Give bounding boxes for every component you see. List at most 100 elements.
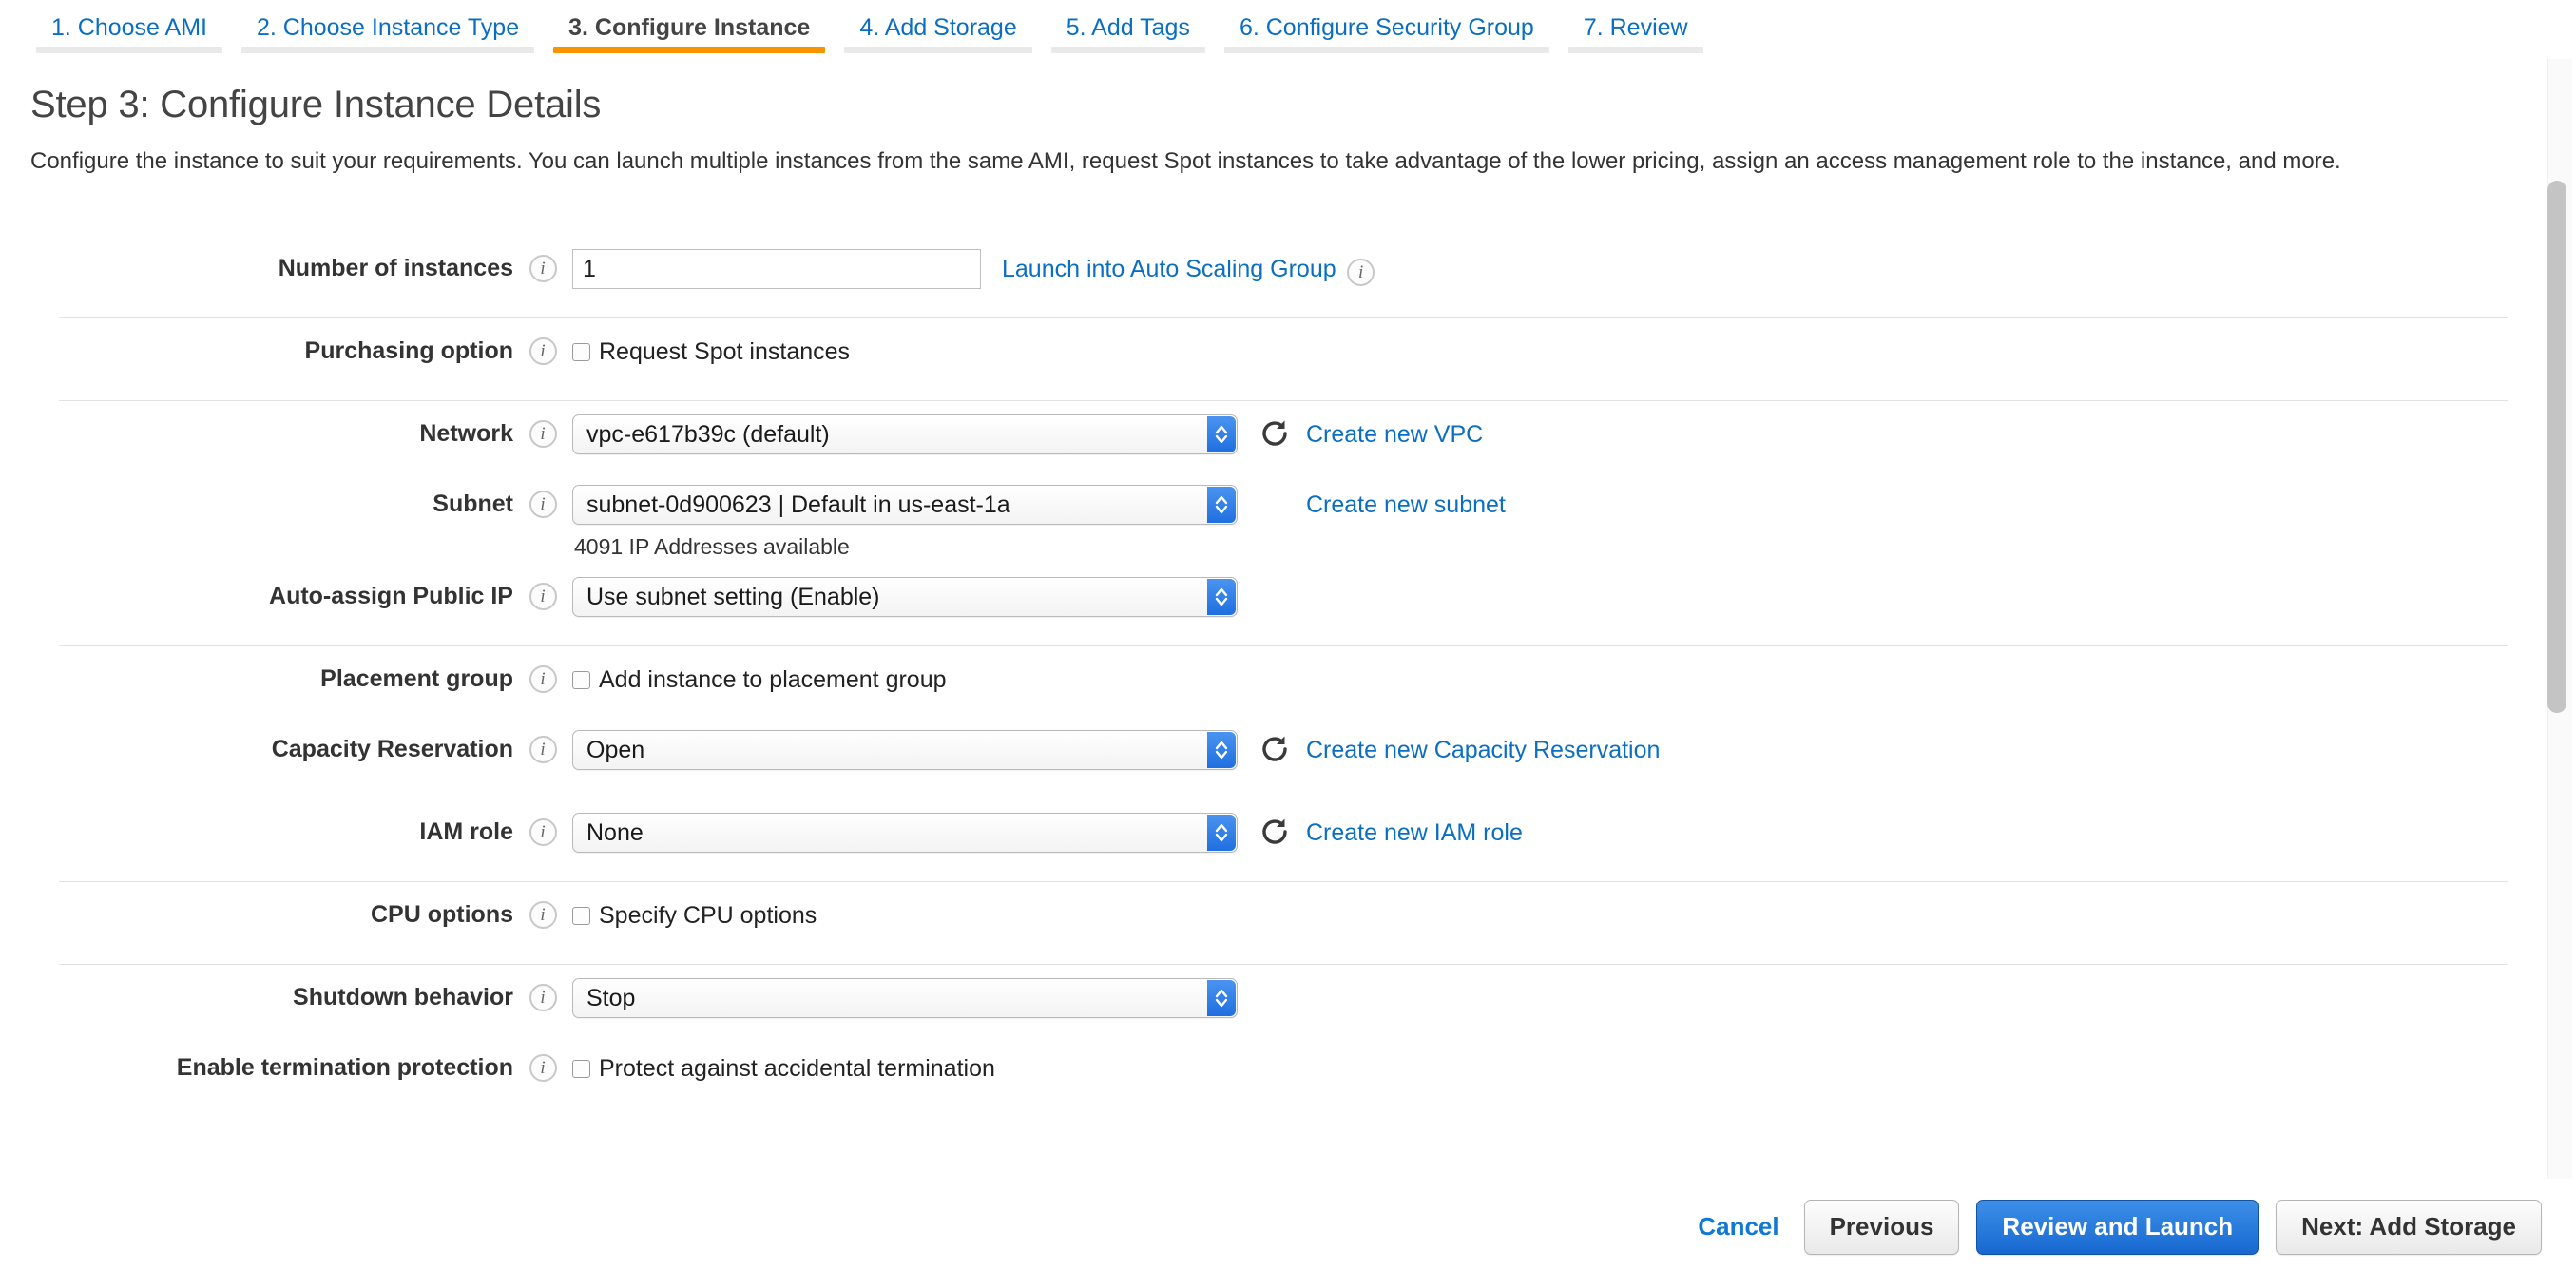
iam-role-info[interactable]: i bbox=[513, 813, 572, 846]
number-of-instances-label: Number of instances bbox=[278, 255, 513, 281]
field-group-shutdown: Shutdown behavior i Stop Enable terminat… bbox=[0, 965, 2528, 1117]
info-icon: i bbox=[529, 736, 557, 763]
auto-assign-public-ip-value: Use subnet setting (Enable) bbox=[586, 583, 880, 610]
page-title: Step 3: Configure Instance Details bbox=[30, 84, 602, 125]
termination-protection-control: Protect against accidental termination bbox=[572, 1049, 2528, 1088]
auto-assign-public-ip-info[interactable]: i bbox=[513, 577, 572, 610]
cancel-button[interactable]: Cancel bbox=[1698, 1212, 1778, 1241]
field-group-placement: Placement group i Add instance to placem… bbox=[0, 646, 2528, 799]
auto-scaling-group-info[interactable]: i bbox=[1336, 253, 1386, 286]
vertical-scrollbar-thumb[interactable] bbox=[2547, 181, 2566, 713]
auto-assign-public-ip-select[interactable]: Use subnet setting (Enable) bbox=[572, 577, 1238, 617]
subnet-label: Subnet bbox=[433, 491, 513, 517]
info-icon: i bbox=[1347, 258, 1375, 286]
refresh-icon-network[interactable] bbox=[1259, 417, 1291, 450]
tab-label: 5. Add Tags bbox=[1066, 14, 1190, 41]
create-new-capacity-reservation-link[interactable]: Create new Capacity Reservation bbox=[1306, 730, 1660, 770]
create-new-vpc-link[interactable]: Create new VPC bbox=[1306, 414, 1483, 454]
launch-into-auto-scaling-group-link[interactable]: Launch into Auto Scaling Group bbox=[1002, 249, 1336, 289]
tab-label: 1. Choose AMI bbox=[51, 14, 207, 41]
refresh-icon-iam-role[interactable] bbox=[1259, 816, 1291, 848]
field-row-network: Network i vpc-e617b39c (default) Create … bbox=[0, 414, 2528, 470]
shutdown-behavior-label: Shutdown behavior bbox=[293, 984, 513, 1010]
cpu-options-label: CPU options bbox=[371, 901, 513, 928]
request-spot-instances-checkbox-row[interactable]: Request Spot instances bbox=[572, 332, 850, 372]
tab-choose-instance-type[interactable]: 2. Choose Instance Type bbox=[232, 0, 544, 65]
shutdown-behavior-select[interactable]: Stop bbox=[572, 978, 1238, 1018]
subnet-select[interactable]: subnet-0d900623 | Default in us-east-1a bbox=[572, 485, 1238, 525]
create-new-subnet-link[interactable]: Create new subnet bbox=[1306, 485, 1506, 525]
protect-against-termination-row[interactable]: Protect against accidental termination bbox=[572, 1049, 995, 1088]
field-row-iam-role: IAM role i None Create new IAM role bbox=[0, 813, 2528, 868]
request-spot-instances-checkbox[interactable] bbox=[572, 342, 590, 361]
chevron-updown-icon bbox=[1207, 732, 1236, 768]
field-row-subnet: Subnet i subnet-0d900623 | Default in us… bbox=[0, 485, 2528, 560]
info-icon: i bbox=[529, 255, 557, 282]
iam-role-label: IAM role bbox=[419, 818, 513, 845]
specify-cpu-options-label: Specify CPU options bbox=[599, 901, 817, 929]
subnet-info[interactable]: i bbox=[513, 485, 572, 518]
purchasing-option-info[interactable]: i bbox=[513, 332, 572, 365]
info-icon: i bbox=[529, 491, 557, 518]
subnet-select-value: subnet-0d900623 | Default in us-east-1a bbox=[586, 491, 1010, 518]
field-row-termination-protection: Enable termination protection i Protect … bbox=[0, 1049, 2528, 1104]
tab-label: 3. Configure Instance bbox=[568, 14, 811, 41]
tab-configure-security-group[interactable]: 6. Configure Security Group bbox=[1215, 0, 1559, 65]
field-group-number-of-instances: Number of instances i Launch into Auto S… bbox=[0, 236, 2528, 318]
cpu-options-control: Specify CPU options bbox=[572, 895, 2528, 935]
auto-assign-public-ip-label: Auto-assign Public IP bbox=[269, 583, 513, 609]
number-of-instances-input[interactable] bbox=[572, 249, 981, 289]
tab-underline bbox=[1050, 47, 1205, 53]
vertical-scrollbar-track[interactable] bbox=[2547, 59, 2572, 1179]
info-icon: i bbox=[529, 583, 557, 610]
iam-role-value: None bbox=[586, 818, 644, 846]
review-and-launch-button[interactable]: Review and Launch bbox=[1976, 1199, 2259, 1255]
info-icon: i bbox=[529, 818, 557, 846]
info-icon: i bbox=[529, 665, 557, 693]
chevron-updown-icon bbox=[1207, 815, 1236, 851]
capacity-reservation-control: Open Create new Capacity Reservation bbox=[572, 730, 2528, 770]
tab-underline bbox=[36, 47, 222, 53]
request-spot-instances-label: Request Spot instances bbox=[599, 337, 851, 365]
refresh-icon-capacity-reservation[interactable] bbox=[1259, 733, 1291, 765]
number-of-instances-info[interactable]: i bbox=[513, 249, 572, 282]
number-of-instances-control: Launch into Auto Scaling Group i bbox=[572, 249, 2528, 289]
shutdown-behavior-info[interactable]: i bbox=[513, 978, 572, 1011]
tab-label: 4. Add Storage bbox=[859, 14, 1017, 41]
add-instance-to-placement-group-row[interactable]: Add instance to placement group bbox=[572, 660, 947, 700]
capacity-reservation-select[interactable]: Open bbox=[572, 730, 1238, 770]
capacity-reservation-info[interactable]: i bbox=[513, 730, 572, 763]
cpu-options-info[interactable]: i bbox=[513, 895, 572, 929]
create-new-iam-role-link[interactable]: Create new IAM role bbox=[1306, 813, 1523, 853]
iam-role-control: None Create new IAM role bbox=[572, 813, 2528, 853]
auto-scaling-group-area: Launch into Auto Scaling Group i bbox=[1002, 249, 1386, 289]
protect-against-termination-checkbox[interactable] bbox=[572, 1059, 590, 1078]
wizard-tab-bar: 1. Choose AMI 2. Choose Instance Type 3.… bbox=[0, 0, 2576, 65]
placement-group-info[interactable]: i bbox=[513, 660, 572, 693]
tab-choose-ami[interactable]: 1. Choose AMI bbox=[27, 0, 232, 65]
field-row-placement-group: Placement group i Add instance to placem… bbox=[0, 660, 2528, 715]
next-add-storage-button[interactable]: Next: Add Storage bbox=[2276, 1199, 2542, 1255]
termination-protection-info[interactable]: i bbox=[513, 1049, 572, 1082]
field-group-network: Network i vpc-e617b39c (default) Create … bbox=[0, 401, 2528, 645]
field-row-capacity-reservation: Capacity Reservation i Open Create new C… bbox=[0, 730, 2528, 785]
network-select[interactable]: vpc-e617b39c (default) bbox=[572, 414, 1238, 454]
tab-configure-instance[interactable]: 3. Configure Instance bbox=[544, 0, 835, 65]
add-instance-to-placement-group-label: Add instance to placement group bbox=[599, 665, 947, 693]
add-instance-to-placement-group-checkbox[interactable] bbox=[572, 670, 590, 689]
tab-underline-active bbox=[553, 47, 826, 53]
subnet-select-row: subnet-0d900623 | Default in us-east-1a … bbox=[572, 485, 1506, 525]
field-row-purchasing-option: Purchasing option i Request Spot instanc… bbox=[0, 332, 2528, 387]
specify-cpu-options-row[interactable]: Specify CPU options bbox=[572, 895, 817, 935]
field-row-cpu-options: CPU options i Specify CPU options bbox=[0, 895, 2528, 951]
iam-role-select[interactable]: None bbox=[572, 813, 1238, 853]
tab-add-storage[interactable]: 4. Add Storage bbox=[835, 0, 1041, 65]
network-info[interactable]: i bbox=[513, 414, 572, 448]
tab-label: 6. Configure Security Group bbox=[1239, 14, 1534, 41]
tab-add-tags[interactable]: 5. Add Tags bbox=[1042, 0, 1215, 65]
specify-cpu-options-checkbox[interactable] bbox=[572, 906, 590, 925]
info-icon: i bbox=[529, 901, 557, 929]
chevron-updown-icon bbox=[1207, 416, 1236, 452]
previous-button[interactable]: Previous bbox=[1803, 1199, 1960, 1255]
tab-review[interactable]: 7. Review bbox=[1559, 0, 1713, 65]
